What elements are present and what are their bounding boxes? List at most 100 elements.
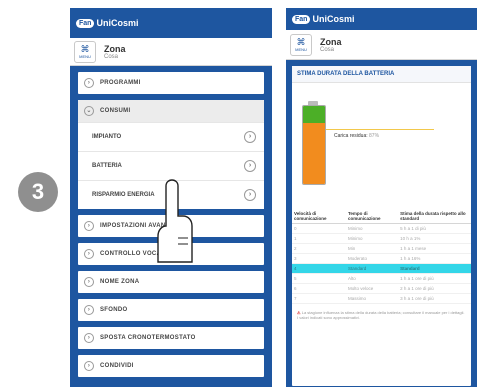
submenu-label: RISPARMIO ENERGIA: [92, 192, 155, 198]
chevron-down-icon: ⌄: [84, 106, 94, 116]
zone-title: Zona: [104, 43, 126, 54]
table-cell: Molto veloce: [346, 283, 399, 294]
footnote-text: La stagione influenza la stima della dur…: [297, 309, 465, 321]
menu-item-consumi[interactable]: ⌄ CONSUMI: [78, 100, 264, 122]
step-number: 3: [31, 179, 45, 204]
table-cell: Min: [346, 243, 399, 254]
table-cell: 2: [292, 243, 347, 254]
table-row: 1 Minimo 10 h a 1%: [292, 233, 471, 244]
table-cell: 1 h a 1 mese: [398, 243, 471, 254]
chevron-right-icon: ›: [84, 277, 94, 287]
chevron-right-icon: ›: [84, 249, 94, 259]
logo-text: UniCosmi: [312, 14, 355, 24]
table-header: Stima della durata rispetto allo standar…: [398, 193, 471, 224]
table-body: 0 Minimo 5 h a 1 di più 1 Minimo 10 h a 1% 2…: [292, 223, 471, 304]
chevron-right-icon: ›: [84, 305, 94, 315]
footnote: ⚠ La stagione influenza la stima della d…: [292, 304, 471, 327]
table-header: Velocità di comunicazione: [292, 193, 347, 224]
app-bar: Fan UniCosmi: [70, 8, 272, 38]
chevron-right-icon: ›: [84, 78, 94, 88]
panel-title: STIMA DURATA DELLA BATTERIA: [292, 66, 471, 83]
charge-label-text: Carica residua:: [334, 133, 368, 139]
table-cell: 3: [292, 253, 347, 264]
table-cell: 1: [292, 233, 347, 244]
menu-item-condividi[interactable]: › CONDIVIDI: [78, 355, 264, 377]
zone-text: Zona Cosa: [320, 37, 342, 53]
table-row: 7 Massimo 3 h a 1 ore di più: [292, 293, 471, 304]
table-row: 0 Minimo 5 h a 1 di più: [292, 223, 471, 234]
app-logo: Fan UniCosmi: [76, 18, 138, 28]
submenu-label: IMPIANTO: [92, 134, 122, 140]
table-cell: 5 h a 1 di più: [398, 223, 471, 234]
zone-subtitle: Cosa: [320, 46, 335, 53]
table-cell: 2 h a 1 ore di più: [398, 283, 471, 294]
menu-item-sfondo[interactable]: › SFONDO: [78, 299, 264, 321]
charge-value: 87%: [369, 133, 380, 139]
table-cell: 10 h a 1%: [398, 233, 471, 244]
table-row: 2 Min 1 h a 1 mese: [292, 243, 471, 254]
battery-estimate-table: Velocità di comunicazione Tempo di comun…: [292, 193, 471, 304]
table-cell: Moderato: [346, 253, 399, 264]
table-cell: Minimo: [346, 233, 399, 244]
menu-label: NOME ZONA: [100, 279, 140, 285]
table-header-row: Velocità di comunicazione Tempo di comun…: [292, 193, 471, 224]
chevron-right-icon: ›: [84, 333, 94, 343]
battery-charge-segment: [303, 123, 325, 184]
logo-mark: Fan: [292, 14, 311, 24]
table-cell: 1 h a 16%: [398, 253, 471, 264]
battery-visual: Carica residua: 87%: [292, 83, 471, 193]
table-cell: Minimo: [346, 223, 399, 234]
table-cell: Standard: [398, 263, 471, 274]
pointing-hand-icon: [157, 179, 193, 263]
battery-top-segment: [303, 106, 325, 124]
table-row-highlighted: 4 Standard Standard: [292, 263, 471, 274]
submenu-item-impianto[interactable]: IMPIANTO ›: [78, 122, 264, 151]
zone-subtitle: Cosa: [104, 53, 119, 60]
menu-label: PROGRAMMI: [100, 80, 141, 86]
battery-icon: [302, 105, 326, 185]
table-cell: 4: [292, 263, 347, 274]
table-cell: 7: [292, 293, 347, 304]
table-cell: Alto: [346, 273, 399, 284]
menu-label: SPOSTA CRONOTERMOSTATO: [100, 335, 196, 341]
phone-battery-screen: Fan UniCosmi ⌘ MENU Zona Cosa STIMA DURAT…: [286, 8, 477, 387]
zone-icon-label: MENU: [79, 53, 91, 59]
zone-text: Zona Cosa: [104, 44, 126, 60]
chevron-right-icon: ›: [84, 221, 94, 231]
battery-estimate-panel: STIMA DURATA DELLA BATTERIA Carica resid…: [292, 66, 471, 386]
charge-level-line: [326, 129, 434, 130]
table-row: 6 Molto veloce 2 h a 1 ore di più: [292, 283, 471, 294]
table-cell: 5: [292, 273, 347, 284]
radiator-icon: ⌘ MENU: [290, 33, 312, 56]
menu-label: CONSUMI: [100, 108, 131, 114]
chevron-right-icon: ›: [244, 160, 256, 172]
screenshot: 3 Fan UniCosmi ⌘ MENU Zona Cosa › PROGRAMM…: [0, 0, 482, 387]
menu-item-nome-zona[interactable]: › NOME ZONA: [78, 271, 264, 293]
zone-icon-label: MENU: [295, 46, 307, 52]
table-header: Tempo di comunicazione: [346, 193, 399, 224]
app-logo: Fan UniCosmi: [292, 14, 354, 24]
table-cell: 6: [292, 283, 347, 294]
zone-title: Zona: [320, 36, 342, 47]
zone-header[interactable]: ⌘ MENU Zona Cosa: [286, 30, 477, 60]
menu-label: CONDIVIDI: [100, 363, 134, 369]
table-cell: 3 h a 1 ore di più: [398, 293, 471, 304]
table-cell: 1 h a 1 ore di più: [398, 273, 471, 284]
warning-icon: ⚠: [297, 309, 301, 315]
table-row: 5 Alto 1 h a 1 ore di più: [292, 273, 471, 284]
logo-text: UniCosmi: [96, 18, 139, 28]
menu-label: SFONDO: [100, 307, 128, 313]
menu-item-programmi[interactable]: › PROGRAMMI: [78, 72, 264, 94]
table-cell: Massimo: [346, 293, 399, 304]
menu-item-sposta-cronotermostato[interactable]: › SPOSTA CRONOTERMOSTATO: [78, 327, 264, 349]
submenu-label: BATTERIA: [92, 163, 122, 169]
charge-label: Carica residua: 87%: [334, 133, 379, 139]
table-cell: 0: [292, 223, 347, 234]
chevron-right-icon: ›: [84, 361, 94, 371]
step-badge: 3: [18, 172, 58, 212]
chevron-right-icon: ›: [244, 189, 256, 201]
zone-header[interactable]: ⌘ MENU Zona Cosa: [70, 38, 272, 66]
table-row: 3 Moderato 1 h a 16%: [292, 253, 471, 264]
logo-mark: Fan: [76, 18, 95, 28]
table-cell: Standard: [346, 263, 399, 274]
